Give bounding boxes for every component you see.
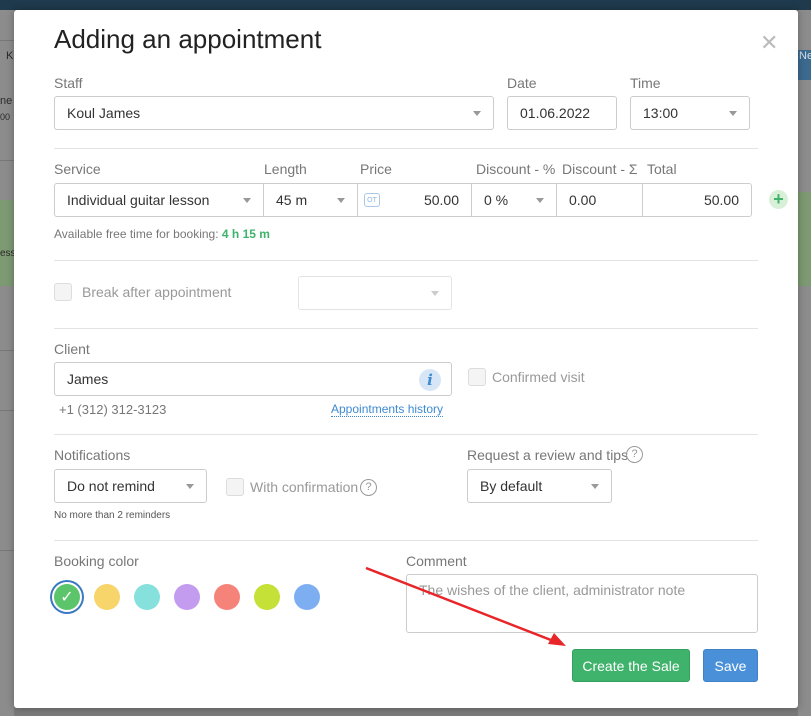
red-arrow-annotation [365, 566, 566, 646]
